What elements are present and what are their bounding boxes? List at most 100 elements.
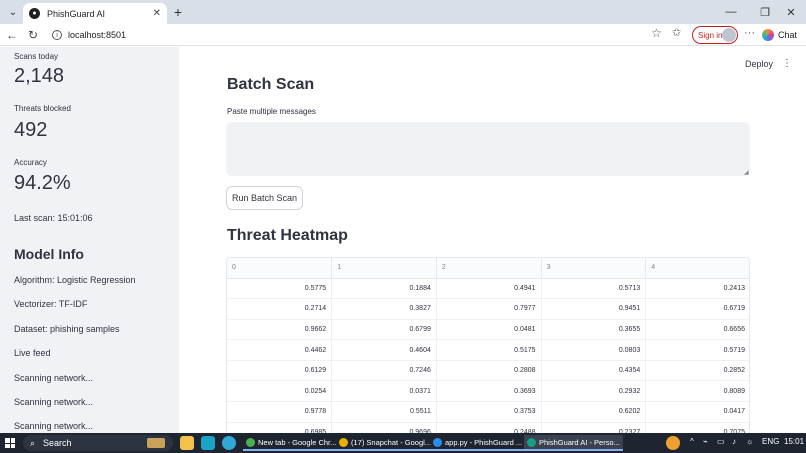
sign-in-button[interactable]: Sign in — [692, 26, 738, 44]
table-cell[interactable]: 0.4941 — [436, 278, 542, 300]
table-cell[interactable]: 0.9451 — [541, 298, 647, 320]
bookmark-star-icon[interactable]: ☆ — [651, 26, 662, 40]
profile-avatar-icon — [722, 28, 736, 42]
user-profile-icon[interactable] — [666, 436, 680, 450]
table-cell[interactable]: 0.3693 — [436, 380, 542, 403]
brightness-icon[interactable]: ☼ — [746, 437, 753, 446]
table-cell[interactable]: 0.0481 — [436, 319, 542, 341]
table-cell[interactable]: 0.2413 — [645, 278, 749, 300]
browser-tab-strip: ⌄ ● PhishGuard AI ✕ + — ❐ ✕ — [0, 0, 806, 24]
table-cell[interactable]: 0.0803 — [541, 339, 647, 361]
network-icon[interactable]: ⌁ — [703, 437, 708, 446]
table-cell[interactable]: 0.5719 — [645, 339, 749, 361]
table-cell[interactable]: 0.6656 — [645, 319, 749, 341]
table-cell[interactable]: 0.5511 — [331, 401, 437, 423]
table-cell[interactable]: 0.6129 — [227, 360, 333, 382]
table-cell[interactable]: 0.8089 — [645, 380, 749, 403]
model-dataset: Dataset: phishing samples — [14, 324, 120, 334]
model-vectorizer: Vectorizer: TF-IDF — [14, 299, 88, 309]
tab-search-chevron-icon[interactable]: ⌄ — [4, 3, 22, 21]
table-cell[interactable]: 0.2852 — [645, 360, 749, 382]
sidebar[interactable]: Scans today 2,148 Threats blocked 492 Ac… — [0, 47, 179, 433]
table-cell[interactable]: 0.1884 — [331, 278, 437, 300]
column-header[interactable]: 1 — [331, 258, 437, 279]
clock[interactable]: 15:01 — [784, 437, 804, 446]
taskbar-app-label: PhishGuard AI - Perso... — [539, 437, 620, 447]
resize-grip-icon[interactable]: ◢ — [744, 169, 749, 176]
table-cell[interactable]: 0.4462 — [227, 339, 333, 361]
table-cell[interactable]: 0.5713 — [541, 278, 647, 300]
taskbar-app-chrome-newtab[interactable]: New tab - Google Chr... — [243, 435, 340, 451]
threat-heatmap-heading: Threat Heatmap — [227, 227, 348, 244]
vscode-icon — [433, 437, 442, 447]
table-row: 0.0254 0.0371 0.3693 0.2932 0.8089 — [227, 380, 749, 403]
windows-start-icon[interactable] — [5, 438, 15, 448]
chevron-up-icon[interactable]: ^ — [690, 437, 694, 446]
column-header[interactable]: 2 — [436, 258, 542, 279]
minimize-icon[interactable]: — — [716, 3, 746, 21]
table-cell[interactable]: 0.5775 — [227, 278, 333, 300]
model-algorithm: Algorithm: Logistic Regression — [14, 275, 136, 285]
main-content[interactable]: Deploy ⋮ Batch Scan Paste multiple messa… — [180, 47, 806, 433]
file-explorer-icon[interactable] — [180, 436, 194, 450]
volume-icon[interactable]: ♪ — [732, 437, 736, 446]
site-info-icon[interactable]: i — [52, 30, 62, 40]
table-cell[interactable]: 0.0254 — [227, 380, 333, 403]
new-tab-plus-icon[interactable]: + — [170, 3, 186, 21]
table-cell[interactable]: 0.2488 — [436, 422, 542, 433]
table-cell[interactable]: 0.6202 — [541, 401, 647, 423]
url-text: localhost:8501 — [68, 30, 127, 40]
column-header[interactable]: 0 — [227, 258, 333, 279]
heatmap-table[interactable]: 0 1 2 3 4 0.5775 0.1884 0.4941 0.5713 0.… — [226, 257, 750, 433]
column-header[interactable]: 3 — [541, 258, 647, 279]
taskbar-search[interactable]: ⌕ Search — [23, 435, 173, 451]
table-cell[interactable]: 0.7075 — [645, 422, 749, 433]
deploy-button[interactable]: Deploy — [745, 59, 773, 69]
url-field[interactable]: i localhost:8501 — [47, 26, 668, 44]
table-cell[interactable]: 0.9778 — [227, 401, 333, 423]
taskbar-app-label: app.py - PhishGuard ... — [445, 437, 523, 447]
table-cell[interactable]: 0.3753 — [436, 401, 542, 423]
table-cell[interactable]: 0.9696 — [331, 422, 437, 433]
column-header[interactable]: 4 — [645, 258, 749, 279]
edge-icon[interactable] — [222, 436, 236, 450]
table-cell[interactable]: 0.5175 — [436, 339, 542, 361]
close-icon[interactable]: ✕ — [153, 8, 161, 19]
window-close-icon[interactable]: ✕ — [776, 3, 806, 21]
table-cell[interactable]: 0.4604 — [331, 339, 437, 361]
favorites-icon[interactable]: ✩ — [672, 26, 681, 39]
search-icon: ⌕ — [30, 437, 36, 448]
table-row: 0.9778 0.5511 0.3753 0.6202 0.0417 — [227, 401, 749, 423]
table-cell[interactable]: 0.6985 — [227, 422, 333, 433]
table-cell[interactable]: 0.2714 — [227, 298, 333, 320]
messages-textarea[interactable] — [226, 122, 750, 176]
taskbar-app-vscode[interactable]: app.py - PhishGuard ... — [430, 435, 526, 451]
table-cell[interactable]: 0.0371 — [331, 380, 437, 403]
batch-scan-heading: Batch Scan — [227, 76, 315, 93]
reload-icon[interactable]: ↻ — [24, 26, 42, 44]
browser-tab-phishguard[interactable]: ● PhishGuard AI ✕ — [23, 3, 167, 24]
table-cell[interactable]: 0.2808 — [436, 360, 542, 382]
table-cell[interactable]: 0.3655 — [541, 319, 647, 341]
table-cell[interactable]: 0.6719 — [645, 298, 749, 320]
store-icon[interactable] — [201, 436, 215, 450]
taskbar-app-snapchat[interactable]: (17) Snapchat - Googl... — [336, 435, 435, 451]
back-arrow-icon[interactable]: ← — [3, 26, 21, 44]
table-cell[interactable]: 0.6799 — [331, 319, 437, 341]
chat-button[interactable]: Chat — [762, 26, 797, 44]
battery-icon[interactable]: ▭ — [717, 437, 725, 446]
run-batch-scan-button[interactable]: Run Batch Scan — [226, 186, 303, 210]
table-cell[interactable]: 0.7246 — [331, 360, 437, 382]
language-indicator[interactable]: ENG — [762, 437, 779, 446]
table-cell[interactable]: 0.3827 — [331, 298, 437, 320]
table-cell[interactable]: 0.2327 — [541, 422, 647, 433]
taskbar-app-phishguard[interactable]: PhishGuard AI - Perso... — [524, 435, 623, 451]
table-cell[interactable]: 0.4354 — [541, 360, 647, 382]
more-options-icon[interactable]: ··· — [744, 27, 755, 39]
table-cell[interactable]: 0.0417 — [645, 401, 749, 423]
edge-icon — [527, 437, 536, 447]
table-cell[interactable]: 0.2932 — [541, 380, 647, 403]
app-menu-icon[interactable]: ⋮ — [782, 58, 792, 69]
table-cell[interactable]: 0.9662 — [227, 319, 333, 341]
table-cell[interactable]: 0.7977 — [436, 298, 542, 320]
